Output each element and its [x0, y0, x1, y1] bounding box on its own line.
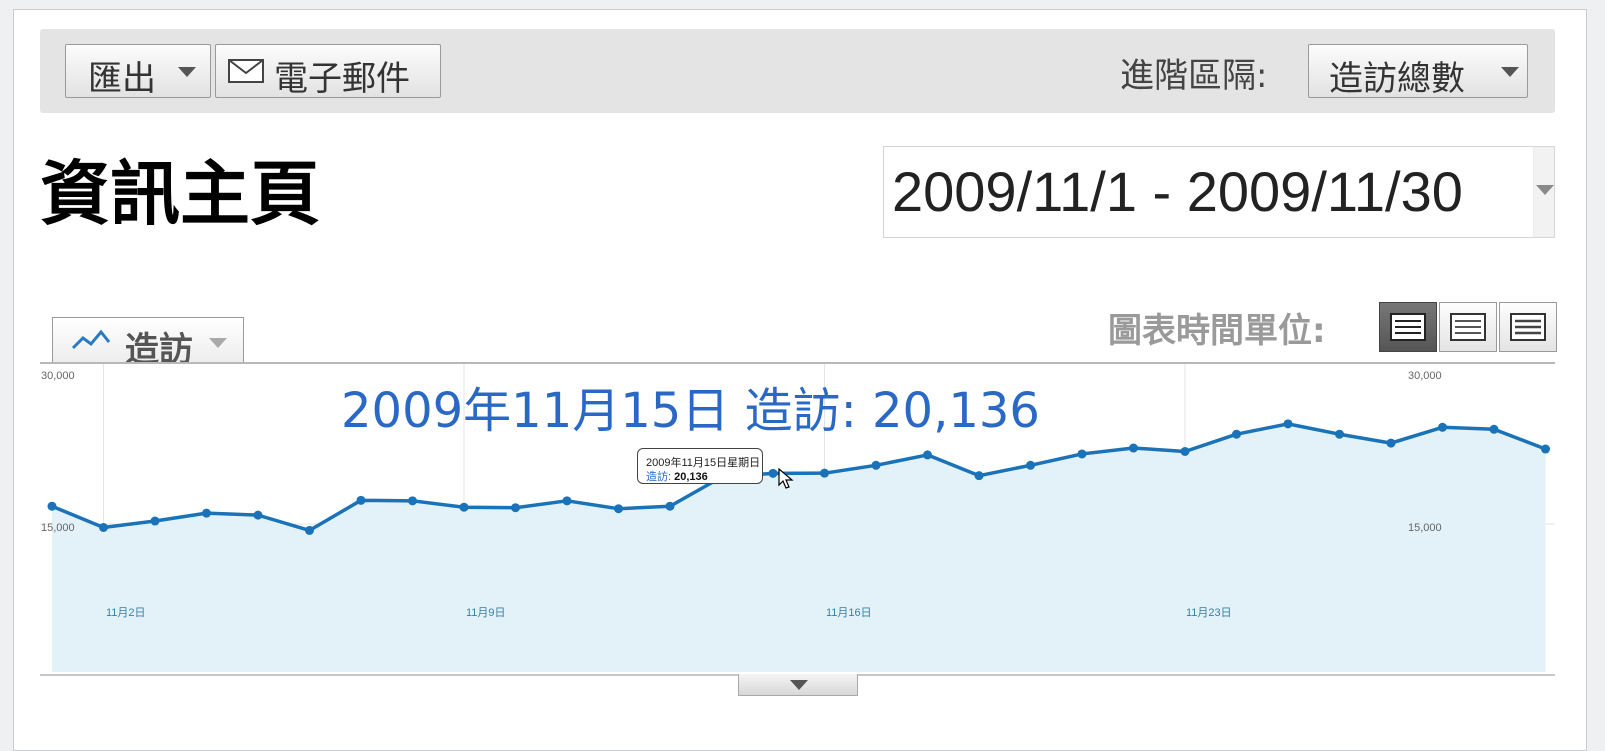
data-point-tooltip: 2009年11月15日星期日 造訪: 20,136	[637, 448, 763, 484]
y-tick-right-top: 30,000	[1408, 370, 1442, 382]
data-point	[871, 460, 881, 470]
data-point	[923, 450, 932, 460]
collapse-chart-toggle[interactable]	[738, 674, 858, 696]
data-point	[1438, 422, 1447, 432]
hover-caption: 2009年11月15日 造訪: 20,136	[341, 383, 1040, 439]
data-point	[511, 503, 520, 513]
tooltip-metric-row: 造訪: 20,136	[646, 471, 708, 483]
x-tick-label: 11月16日	[826, 607, 872, 619]
data-point	[665, 501, 675, 511]
data-point	[820, 468, 829, 478]
data-point	[1026, 460, 1035, 470]
data-point	[459, 502, 469, 512]
x-tick-label: 11月9日	[466, 607, 506, 619]
data-point	[1283, 419, 1293, 429]
data-point	[47, 501, 57, 511]
data-point	[150, 516, 160, 526]
tooltip-metric-name: 造訪	[646, 471, 668, 483]
data-point	[356, 495, 366, 505]
data-point	[974, 471, 984, 481]
data-point	[768, 468, 778, 478]
chevron-down-icon	[790, 680, 808, 690]
x-tick-label: 11月23日	[1186, 607, 1232, 619]
data-point	[562, 496, 572, 506]
tooltip-value: 20,136	[674, 471, 708, 483]
data-point	[305, 525, 314, 535]
y-tick-right-mid: 15,000	[1408, 522, 1442, 534]
x-tick-label: 11月2日	[106, 607, 146, 619]
data-point	[614, 504, 623, 514]
data-point	[1077, 449, 1087, 459]
mouse-cursor-icon	[778, 468, 794, 489]
data-point	[1541, 444, 1550, 454]
data-point	[99, 522, 108, 532]
data-point	[1489, 424, 1499, 434]
data-point	[253, 510, 263, 520]
data-point	[1232, 429, 1241, 439]
visits-chart	[40, 364, 1555, 672]
data-point	[408, 496, 417, 506]
data-point	[1335, 429, 1344, 439]
data-point	[1386, 438, 1396, 448]
data-point	[202, 508, 211, 518]
y-tick-left-mid: 15,000	[41, 522, 75, 534]
visits-area-fill	[52, 423, 1546, 672]
data-point	[1180, 446, 1190, 456]
data-point	[1129, 443, 1138, 453]
y-tick-left-top: 30,000	[41, 370, 75, 382]
